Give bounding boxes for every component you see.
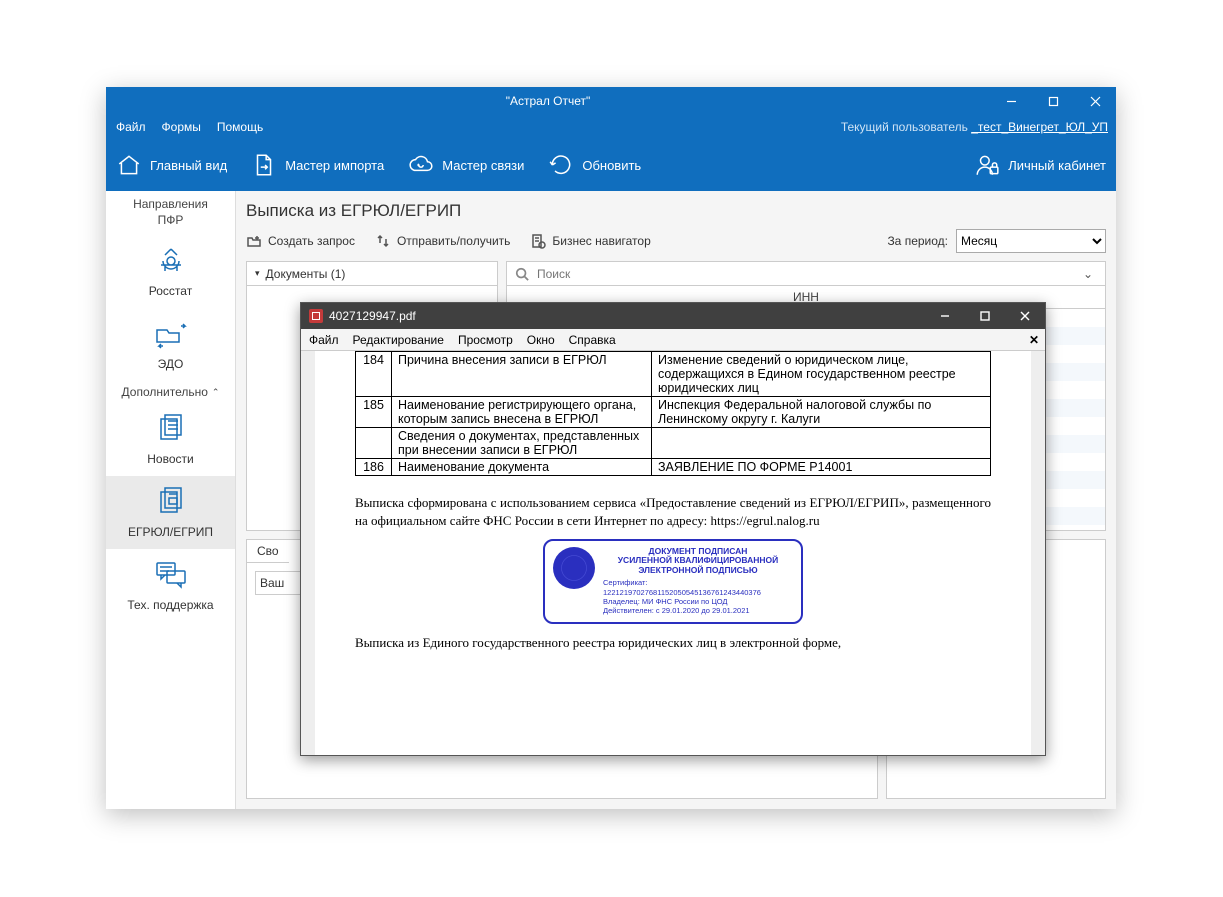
pdf-note: Выписка сформирована с использованием се… <box>355 494 991 529</box>
pdf-content[interactable]: 184 Причина внесения записи в ЕГРЮЛ Изме… <box>301 351 1045 755</box>
sidebar-item-egrul[interactable]: ЕГРЮЛ/ЕГРИП <box>106 476 235 549</box>
sidebar-item-news[interactable]: Новости <box>106 403 235 476</box>
pdf-menu-file[interactable]: Файл <box>309 333 339 347</box>
maximize-button[interactable] <box>1032 87 1074 115</box>
pdf-menubar: Файл Редактирование Просмотр Окно Справк… <box>301 329 1045 351</box>
sidebar-item-edo[interactable]: ЭДО <box>106 308 235 381</box>
folder-exchange-icon <box>151 318 191 350</box>
close-button[interactable] <box>1074 87 1116 115</box>
business-navigator-button[interactable]: Бизнес навигатор <box>530 233 650 249</box>
period-filter: За период: Месяц <box>887 229 1106 253</box>
pdf-maximize-button[interactable] <box>965 303 1005 329</box>
ribbon-refresh[interactable]: Обновить <box>548 152 641 178</box>
sidebar-extra-head[interactable]: Дополнительно ⌃ <box>106 381 235 403</box>
chevron-up-icon: ⌃ <box>212 387 220 398</box>
pdf-viewer-window: 4027129947.pdf Файл Редактирование Просм… <box>300 302 1046 756</box>
chevron-down-icon: ▾ <box>255 268 260 279</box>
signature-stamp: ДОКУМЕНТ ПОДПИСАН УСИЛЕННОЙ КВАЛИФИЦИРОВ… <box>543 539 803 624</box>
pdf-menu-window[interactable]: Окно <box>527 333 555 347</box>
registry-icon <box>151 486 191 518</box>
sidebar: Направления ПФР Росстат ЭДО Дополнительн… <box>106 191 236 809</box>
window-title: "Астрал Отчет" <box>106 94 990 108</box>
send-receive-icon <box>375 233 391 249</box>
send-receive-button[interactable]: Отправить/получить <box>375 233 510 249</box>
current-user: Текущий пользователь _тест_Винегрет_ЮЛ_У… <box>841 120 1108 134</box>
menu-file[interactable]: Файл <box>116 120 146 134</box>
pdf-page: 184 Причина внесения записи в ЕГРЮЛ Изме… <box>315 351 1031 755</box>
menu-help[interactable]: Помощь <box>217 120 263 134</box>
ribbon-import[interactable]: Мастер импорта <box>251 152 384 178</box>
page-title: Выписка из ЕГРЮЛ/ЕГРИП <box>246 201 1106 221</box>
search-input[interactable] <box>535 266 1073 282</box>
pdf-close-button[interactable] <box>1005 303 1045 329</box>
sidebar-item-rosstat[interactable]: Росстат <box>106 235 235 308</box>
ribbon: Главный вид Мастер импорта Мастер связи … <box>106 139 1116 191</box>
ribbon-cabinet[interactable]: Личный кабинет <box>974 152 1106 178</box>
search-bar: ⌄ <box>507 262 1105 286</box>
minimize-button[interactable] <box>990 87 1032 115</box>
navigator-icon <box>530 233 546 249</box>
documents-panel-header[interactable]: ▾ Документы (1) <box>247 262 497 286</box>
properties-tab[interactable]: Сво <box>247 540 289 563</box>
table-row: 184 Причина внесения записи в ЕГРЮЛ Изме… <box>356 352 991 397</box>
ribbon-connect[interactable]: Мастер связи <box>408 152 524 178</box>
pdf-icon <box>309 309 323 323</box>
ribbon-home[interactable]: Главный вид <box>116 152 227 178</box>
create-request-button[interactable]: Создать запрос <box>246 233 355 249</box>
pdf-menu-edit[interactable]: Редактирование <box>353 333 444 347</box>
rosstat-icon <box>151 245 191 277</box>
current-user-link[interactable]: _тест_Винегрет_ЮЛ_УП <box>971 120 1108 134</box>
action-row: Создать запрос Отправить/получить Бизнес… <box>246 229 1106 253</box>
sidebar-header: Направления <box>106 191 235 213</box>
search-icon <box>515 267 529 281</box>
titlebar: "Астрал Отчет" <box>106 87 1116 115</box>
pdf-table: 184 Причина внесения записи в ЕГРЮЛ Изме… <box>355 351 991 476</box>
pdf-doc-close-button[interactable]: ✕ <box>1029 333 1039 347</box>
menu-forms[interactable]: Формы <box>162 120 201 134</box>
table-row: 186 Наименование документа ЗАЯВЛЕНИЕ ПО … <box>356 459 991 476</box>
menubar: Файл Формы Помощь Текущий пользователь _… <box>106 115 1116 139</box>
sidebar-sub: ПФР <box>106 213 235 235</box>
period-select[interactable]: Месяц <box>956 229 1106 253</box>
news-icon <box>151 413 191 445</box>
chat-icon <box>151 559 191 591</box>
pdf-filename: 4027129947.pdf <box>329 309 925 323</box>
window-controls <box>990 87 1116 115</box>
expand-search-button[interactable]: ⌄ <box>1079 267 1097 281</box>
pdf-menu-help[interactable]: Справка <box>569 333 616 347</box>
pdf-menu-view[interactable]: Просмотр <box>458 333 513 347</box>
folder-plus-icon <box>246 233 262 249</box>
user-lock-icon <box>974 152 1000 178</box>
table-row: 185 Наименование регистрирующего органа,… <box>356 397 991 428</box>
refresh-icon <box>548 152 574 178</box>
pdf-titlebar: 4027129947.pdf <box>301 303 1045 329</box>
seal-icon <box>553 547 595 589</box>
cloud-sync-icon <box>408 152 434 178</box>
table-row: Сведения о документах, представленных пр… <box>356 428 991 459</box>
sidebar-item-support[interactable]: Тех. поддержка <box>106 549 235 622</box>
pdf-footer: Выписка из Единого государственного реес… <box>355 634 991 652</box>
home-icon <box>116 152 142 178</box>
pdf-minimize-button[interactable] <box>925 303 965 329</box>
document-arrow-icon <box>251 152 277 178</box>
